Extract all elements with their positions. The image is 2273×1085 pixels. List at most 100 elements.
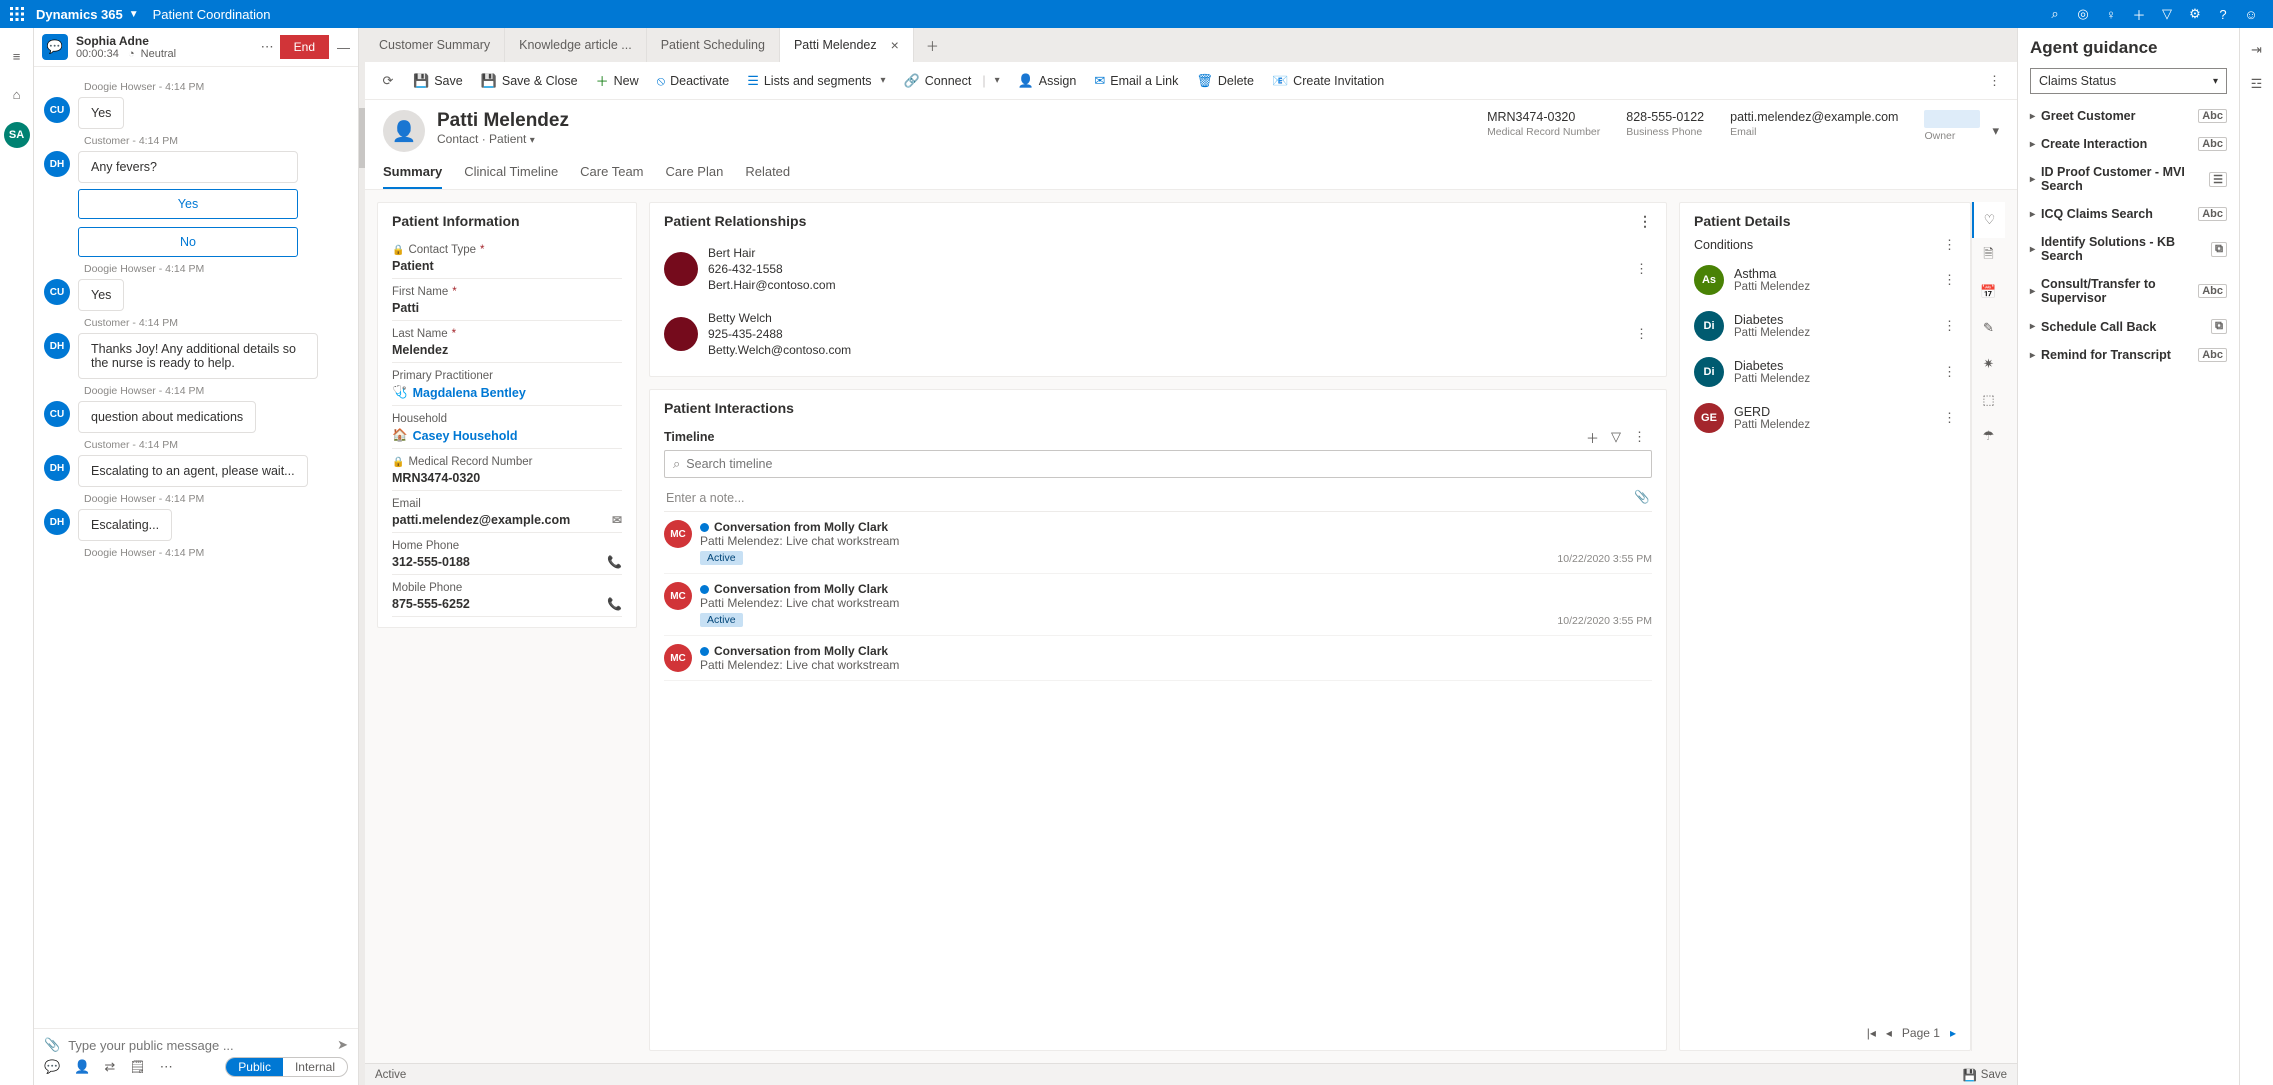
next-page-icon[interactable]: ▸ bbox=[1950, 1026, 1956, 1040]
household-link[interactable]: 🏠Casey Household bbox=[392, 428, 622, 443]
practitioner-link[interactable]: 🩺Magdalena Bentley bbox=[392, 385, 622, 400]
toggle-public[interactable]: Public bbox=[226, 1058, 283, 1076]
vtab-heart-icon[interactable]: ♡ bbox=[1972, 202, 2005, 238]
help-icon[interactable]: ? bbox=[2209, 0, 2237, 28]
tab-patient-scheduling[interactable]: Patient Scheduling bbox=[647, 28, 780, 62]
transfer-icon[interactable]: ⇄ bbox=[104, 1059, 115, 1075]
brand-label[interactable]: Dynamics 365 bbox=[36, 7, 123, 22]
connect-button[interactable]: 🔗Connect|▾ bbox=[896, 65, 1008, 97]
first-page-icon[interactable]: |◂ bbox=[1867, 1026, 1876, 1040]
relationship-row[interactable]: Betty Welch925-435-2488Betty.Welch@conto… bbox=[664, 302, 1652, 367]
more-icon[interactable]: ⋮ bbox=[1943, 410, 1956, 426]
home-icon[interactable]: ⌂ bbox=[7, 84, 27, 104]
create-invitation-button[interactable]: 📧Create Invitation bbox=[1264, 65, 1392, 97]
timeline-note-input[interactable]: Enter a note...📎 bbox=[664, 484, 1652, 512]
field-value[interactable]: patti.melendez@example.com✉ bbox=[392, 513, 622, 527]
send-icon[interactable]: ➤ bbox=[337, 1037, 348, 1053]
phone-action-icon[interactable]: 📞 bbox=[607, 555, 622, 569]
more-icon[interactable]: ⋮ bbox=[1943, 318, 1956, 334]
timeline-search-input[interactable] bbox=[686, 457, 1643, 471]
close-tab-icon[interactable]: × bbox=[891, 37, 899, 53]
guide-script-select[interactable]: Claims Status▾ bbox=[2030, 68, 2227, 94]
guide-step[interactable]: ▸ID Proof Customer - MVI Search☰ bbox=[2030, 158, 2227, 200]
plus-icon[interactable]: ＋ bbox=[2125, 0, 2153, 28]
lightbulb-icon[interactable]: ♀ bbox=[2097, 0, 2125, 28]
quick-replies-icon[interactable]: 💬 bbox=[44, 1059, 60, 1075]
assign-button[interactable]: 👤Assign bbox=[1010, 65, 1085, 97]
condition-row[interactable]: Di DiabetesPatti Melendez ⋮ bbox=[1694, 349, 1956, 395]
email-action-icon[interactable]: ✉ bbox=[612, 513, 622, 527]
vtab-payment-icon[interactable]: ⬚ bbox=[1972, 382, 2005, 418]
guide-step[interactable]: ▸Identify Solutions - KB Search⧉ bbox=[2030, 228, 2227, 270]
vtab-doc-icon[interactable]: 🗎 bbox=[1972, 238, 2005, 274]
tab-patti-melendez[interactable]: Patti Melendez× bbox=[780, 28, 914, 62]
more-icon[interactable]: ⋮ bbox=[1943, 272, 1956, 288]
add-tab-icon[interactable]: ＋ bbox=[914, 36, 951, 55]
field-value[interactable]: Patient bbox=[392, 259, 622, 273]
checklist-icon[interactable]: ☲ bbox=[2251, 76, 2263, 92]
guide-step[interactable]: ▸Consult/Transfer to SupervisorAbc bbox=[2030, 270, 2227, 312]
field-value[interactable]: 875-555-6252📞 bbox=[392, 597, 622, 611]
filter-icon[interactable]: ▽ bbox=[2153, 0, 2181, 28]
vtab-edit-icon[interactable]: ✎ bbox=[1972, 310, 2005, 346]
gear-icon[interactable]: ⚙ bbox=[2181, 0, 2209, 28]
vtab-umbrella-icon[interactable]: ☂ bbox=[1972, 418, 2005, 454]
condition-row[interactable]: Di DiabetesPatti Melendez ⋮ bbox=[1694, 303, 1956, 349]
more-icon[interactable]: ⋮ bbox=[1943, 237, 1956, 253]
lists-button[interactable]: ☰Lists and segments▾ bbox=[739, 65, 893, 97]
filter-icon[interactable]: ▽ bbox=[1605, 429, 1627, 445]
attach-icon[interactable]: 📎 bbox=[44, 1037, 60, 1053]
tab-customer-summary[interactable]: Customer Summary bbox=[365, 28, 505, 62]
end-chat-button[interactable]: End bbox=[280, 35, 329, 59]
add-icon[interactable]: ＋ bbox=[1580, 428, 1605, 447]
relationship-row[interactable]: Bert Hair626-432-1558Bert.Hair@contoso.c… bbox=[664, 237, 1652, 302]
task-icon[interactable]: ◎ bbox=[2069, 0, 2097, 28]
overflow-icon[interactable]: ⋮ bbox=[1980, 73, 2009, 89]
tab-clinical-timeline[interactable]: Clinical Timeline bbox=[464, 158, 558, 189]
attach-icon[interactable]: 📎 bbox=[1634, 490, 1650, 505]
tab-summary[interactable]: Summary bbox=[383, 158, 442, 189]
guide-step[interactable]: ▸Remind for TranscriptAbc bbox=[2030, 341, 2227, 369]
deactivate-button[interactable]: ⦸Deactivate bbox=[649, 65, 738, 97]
save-button[interactable]: 💾Save bbox=[405, 65, 471, 97]
toggle-internal[interactable]: Internal bbox=[283, 1058, 347, 1076]
field-value[interactable]: Melendez bbox=[392, 343, 622, 357]
phone-action-icon[interactable]: 📞 bbox=[607, 597, 622, 611]
more-icon[interactable]: ⋮ bbox=[1631, 326, 1652, 342]
quick-reply-no[interactable]: No bbox=[78, 227, 298, 257]
consult-icon[interactable]: 👤 bbox=[74, 1059, 90, 1075]
tab-related[interactable]: Related bbox=[745, 158, 790, 189]
email-link-button[interactable]: ✉Email a Link bbox=[1086, 65, 1186, 97]
hamburger-icon[interactable]: ≡ bbox=[7, 46, 27, 66]
quick-reply-yes[interactable]: Yes bbox=[78, 189, 298, 219]
tab-care-team[interactable]: Care Team bbox=[580, 158, 643, 189]
delete-button[interactable]: 🗑Delete bbox=[1188, 65, 1262, 97]
prev-page-icon[interactable]: ◂ bbox=[1886, 1026, 1892, 1040]
chat-overflow-icon[interactable]: ⋯ bbox=[255, 39, 280, 55]
more-icon[interactable]: ⋮ bbox=[1943, 364, 1956, 380]
condition-row[interactable]: As AsthmaPatti Melendez ⋮ bbox=[1694, 257, 1956, 303]
search-icon[interactable]: ⌕ bbox=[2041, 0, 2069, 28]
vtab-calendar-icon[interactable]: 📅 bbox=[1972, 274, 2005, 310]
expand-icon[interactable]: ⇥ bbox=[2251, 42, 2262, 58]
guide-step[interactable]: ▸Greet CustomerAbc bbox=[2030, 102, 2227, 130]
tab-knowledge-article[interactable]: Knowledge article ... bbox=[505, 28, 647, 62]
guide-step[interactable]: ▸Create InteractionAbc bbox=[2030, 130, 2227, 158]
brand-chevron-icon[interactable]: ▼ bbox=[129, 9, 139, 20]
field-value[interactable]: 312-555-0188📞 bbox=[392, 555, 622, 569]
guide-step[interactable]: ▸Schedule Call Back⧉ bbox=[2030, 312, 2227, 341]
timeline-item[interactable]: MC Conversation from Molly Clark Patti M… bbox=[664, 574, 1652, 636]
field-value[interactable]: Patti bbox=[392, 301, 622, 315]
more-icon[interactable]: ⋯ bbox=[160, 1059, 173, 1075]
vtab-allergy-icon[interactable]: ✷ bbox=[1972, 346, 2005, 382]
condition-row[interactable]: GE GERDPatti Melendez ⋮ bbox=[1694, 395, 1956, 441]
chat-message-input[interactable] bbox=[68, 1038, 329, 1053]
save-close-button[interactable]: 💾Save & Close bbox=[473, 65, 586, 97]
field-value[interactable]: MRN3474-0320 bbox=[392, 471, 622, 485]
new-button[interactable]: ＋New bbox=[588, 65, 647, 97]
visibility-toggle[interactable]: Public Internal bbox=[225, 1057, 348, 1077]
guide-step[interactable]: ▸ICQ Claims SearchAbc bbox=[2030, 200, 2227, 228]
more-icon[interactable]: ⋮ bbox=[1627, 429, 1652, 445]
refresh-icon[interactable]: ⟳ bbox=[373, 73, 403, 89]
more-icon[interactable]: ⋮ bbox=[1638, 213, 1652, 230]
